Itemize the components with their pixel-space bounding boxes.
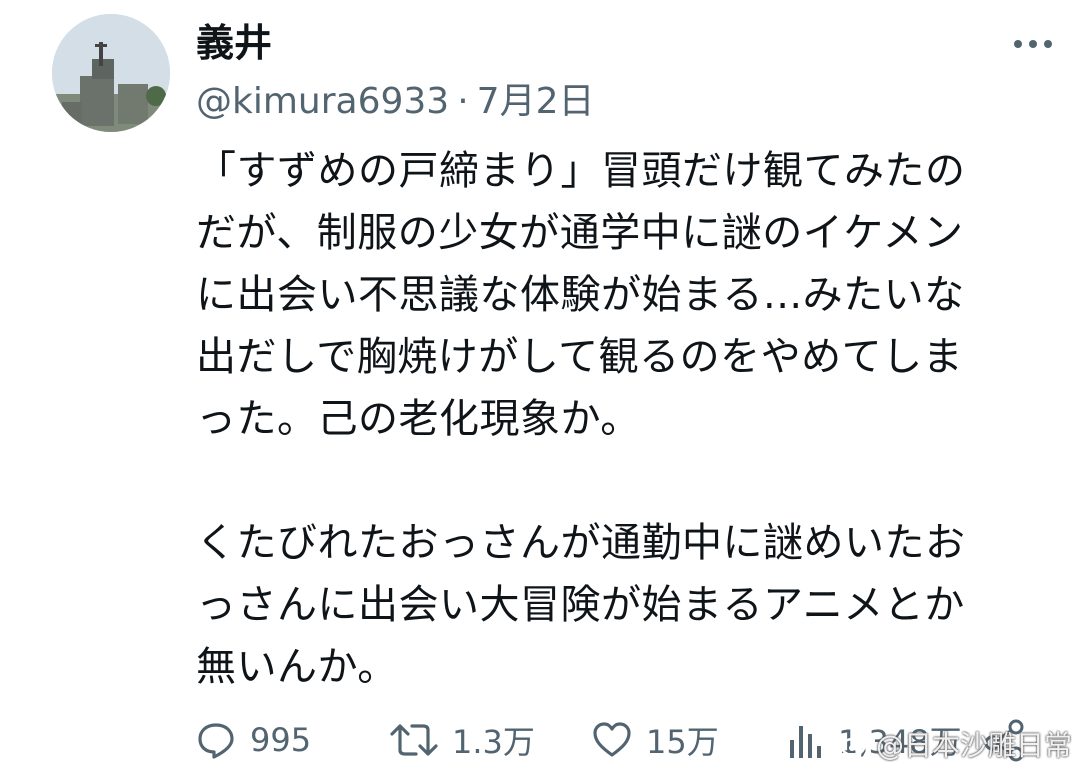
like-button[interactable]: 15万: [592, 712, 719, 768]
tweet-line: った。己の老化現象か。: [196, 396, 641, 442]
bar-chart-icon: [790, 726, 821, 758]
more-button[interactable]: [1008, 24, 1058, 64]
tweet-line: くたびれたおっさんが通勤中に謎めいたお: [196, 520, 966, 566]
retweet-arrows-icon: [390, 724, 438, 756]
retweet-count: 1.3万: [452, 723, 535, 761]
avatar[interactable]: [52, 14, 170, 132]
like-count: 15万: [646, 723, 719, 761]
watermark-text: @日本沙雕日常: [875, 729, 1072, 762]
reply-count: 995: [250, 721, 312, 759]
tweet-date[interactable]: 7月2日: [477, 81, 595, 122]
user-handle[interactable]: @kimura6933: [196, 81, 449, 122]
display-name[interactable]: 義井: [196, 18, 272, 68]
tweet-line: 「すずめの戸締まり」冒頭だけ観てみたの: [196, 148, 966, 194]
tweet-text: 「すずめの戸締まり」冒頭だけ観てみたの だが、制服の少女が通学中に謎のイケメン …: [196, 140, 1036, 698]
speech-bubble-icon: [198, 723, 234, 759]
meta-separator: ·: [457, 81, 469, 122]
watermark: @日本沙雕日常: [840, 724, 1072, 764]
weibo-logo-icon: [840, 732, 870, 757]
avatar-image: [52, 14, 170, 132]
reply-button[interactable]: 995: [196, 712, 311, 768]
tweet-meta: @kimura6933 · 7月2日: [196, 76, 594, 128]
tweet-line: だが、制服の少女が通学中に謎のイケメン: [196, 210, 964, 256]
retweet-button[interactable]: 1.3万: [390, 712, 535, 768]
heart-icon: [593, 722, 631, 757]
more-horizontal-icon: [1014, 40, 1052, 48]
tweet-line: 出だしで胸焼けがして観るのをやめてしま: [196, 334, 964, 380]
tweet-line: っさんに出会い大冒険が始まるアニメとか: [196, 582, 965, 628]
tweet-line: 無いんか。: [196, 644, 398, 690]
tweet-line: に出会い不思議な体験が始まる...みたいな: [196, 272, 965, 318]
